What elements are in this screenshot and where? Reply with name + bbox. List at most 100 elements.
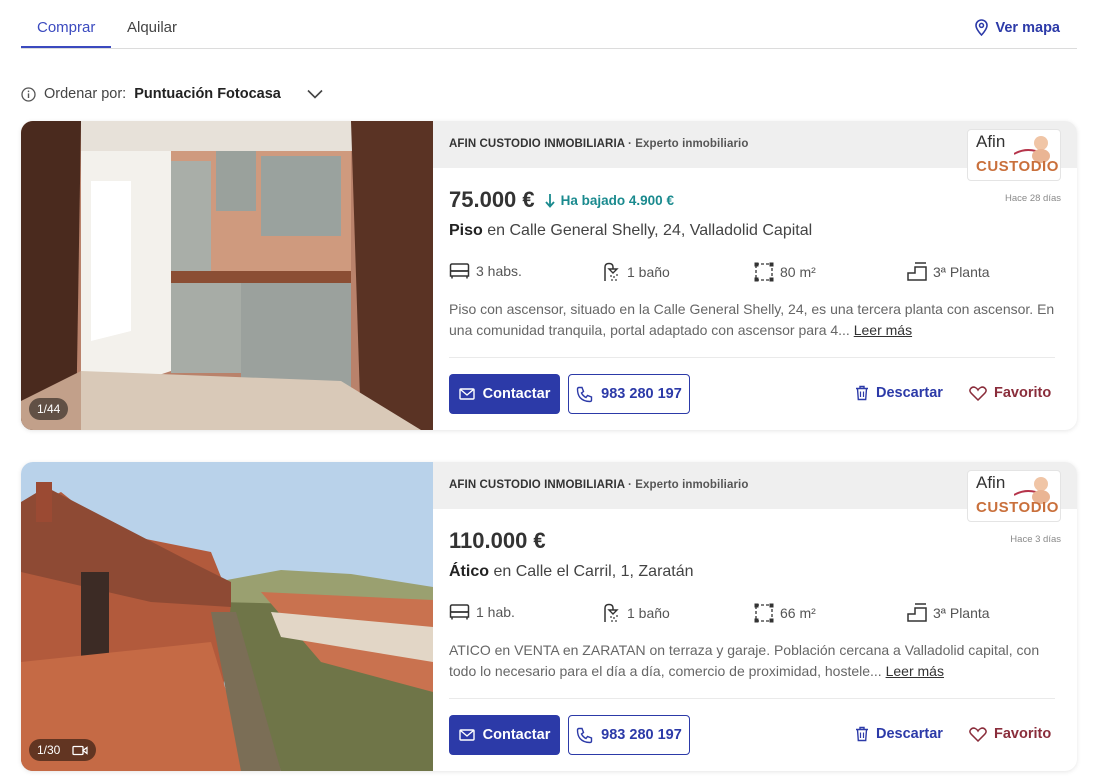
phone-button[interactable]: 983 280 197	[568, 715, 690, 755]
logo-text-top: Afin	[976, 132, 1006, 151]
description-text: ATICO en VENTA en ZARATAN on terraza y g…	[449, 642, 1040, 679]
listing-photo[interactable]: 1/30	[21, 462, 433, 771]
feature-rooms: 1 hab.	[449, 603, 515, 620]
rooms-text: 1 hab.	[476, 603, 515, 620]
location-pin-icon	[974, 19, 988, 36]
contact-button[interactable]: Contactar	[449, 374, 560, 414]
tab-comprar[interactable]: Comprar	[37, 19, 95, 36]
area-icon	[754, 262, 774, 282]
phone-icon	[576, 727, 593, 743]
divider	[449, 357, 1055, 358]
listing-info: AFIN CUSTODIO INMOBILIARIA · Experto inm…	[433, 121, 1077, 430]
favorite-button[interactable]: Favorito	[969, 726, 1051, 742]
discard-label: Descartar	[876, 385, 943, 401]
favorite-button[interactable]: Favorito	[969, 385, 1051, 401]
shower-icon	[604, 262, 619, 281]
agency-name-text: AFIN CUSTODIO INMOBILIARIA	[449, 138, 625, 150]
listing-title[interactable]: Ático en Calle el Carril, 1, Zaratán	[449, 563, 694, 581]
photo-counter-text: 1/44	[37, 402, 61, 416]
area-icon	[754, 603, 774, 623]
contact-label: Contactar	[482, 386, 551, 402]
photo-counter-text: 1/30	[37, 743, 61, 757]
property-type: Piso	[449, 222, 483, 239]
shower-icon	[604, 603, 619, 622]
trash-icon	[856, 726, 868, 742]
feature-rooms: 3 habs.	[449, 262, 522, 279]
property-address: en Calle el Carril, 1, Zaratán	[493, 563, 694, 580]
floor-icon	[907, 603, 927, 622]
feature-floor: 3ª Planta	[907, 262, 990, 281]
listing-title[interactable]: Piso en Calle General Shelly, 24, Vallad…	[449, 222, 812, 240]
favorite-label: Favorito	[994, 385, 1052, 401]
listing-card[interactable]: 1/30 AFIN CUSTODIO INMOBILIARIA · Expert…	[21, 462, 1077, 771]
discard-button[interactable]: Descartar	[855, 385, 943, 401]
feature-list: 3 habs. 1 baño 80 m² 3ª Planta	[449, 262, 1049, 282]
discard-button[interactable]: Descartar	[855, 726, 943, 742]
trash-icon	[856, 385, 868, 401]
property-type: Ático	[449, 563, 489, 580]
floor-text: 3ª Planta	[933, 604, 990, 621]
feature-area: 66 m²	[754, 603, 816, 623]
sort-dropdown[interactable]	[307, 89, 323, 99]
baths-text: 1 baño	[627, 264, 670, 280]
price-drop-badge: Ha bajado 4.900 €	[544, 193, 674, 208]
floor-text: 3ª Planta	[933, 263, 990, 280]
sort-value[interactable]: Puntuación Fotocasa	[134, 86, 281, 102]
sort-label: Ordenar por:	[44, 86, 127, 102]
feature-baths: 1 baño	[602, 262, 670, 282]
operation-tabs: Comprar Alquilar Ver mapa	[21, 0, 1077, 49]
read-more-link[interactable]: Leer más	[854, 322, 912, 338]
terrace-photo	[21, 462, 433, 771]
price-row: 75.000 € Ha bajado 4.900 €	[449, 187, 674, 213]
ver-mapa-link[interactable]: Ver mapa	[974, 19, 1061, 36]
listing-card[interactable]: 1/44 AFIN CUSTODIO INMOBILIARIA · Expert…	[21, 121, 1077, 430]
baths-text: 1 baño	[627, 605, 670, 621]
agency-logo[interactable]: Afin CUSTODIO	[967, 470, 1061, 522]
description-text: Piso con ascensor, situado en la Calle G…	[449, 301, 1055, 338]
chevron-down-icon	[307, 89, 323, 99]
feature-area: 80 m²	[754, 262, 816, 282]
kitchen-photo	[21, 121, 433, 430]
mail-icon	[458, 388, 475, 400]
agency-name: AFIN CUSTODIO INMOBILIARIA · Experto inm…	[449, 138, 748, 150]
info-icon	[21, 86, 36, 102]
ver-mapa-label: Ver mapa	[995, 19, 1061, 36]
agency-tag: · Experto inmobiliario	[628, 138, 749, 150]
favorite-label: Favorito	[994, 726, 1052, 742]
photo-counter: 1/30	[29, 739, 97, 761]
feature-floor: 3ª Planta	[907, 603, 990, 622]
floor-icon	[907, 262, 927, 281]
video-icon	[72, 745, 88, 755]
phone-icon	[576, 386, 593, 402]
area-text: 66 m²	[780, 605, 816, 621]
tab-alquilar[interactable]: Alquilar	[127, 19, 177, 36]
sort-bar: Ordenar por: Puntuación Fotocasa	[21, 84, 323, 104]
listing-photo[interactable]: 1/44	[21, 121, 433, 430]
listing-age: Hace 3 días	[1010, 534, 1061, 545]
discard-label: Descartar	[876, 726, 943, 742]
contact-button[interactable]: Contactar	[449, 715, 560, 755]
read-more-link[interactable]: Leer más	[886, 663, 944, 679]
phone-number: 983 280 197	[601, 386, 682, 402]
heart-icon	[969, 726, 987, 742]
agency-name: AFIN CUSTODIO INMOBILIARIA · Experto inm…	[449, 479, 748, 491]
area-text: 80 m²	[780, 264, 816, 280]
phone-button[interactable]: 983 280 197	[568, 374, 690, 414]
listing-description: Piso con ascensor, situado en la Calle G…	[449, 299, 1059, 341]
logo-text-top: Afin	[976, 473, 1006, 492]
rooms-text: 3 habs.	[476, 262, 522, 279]
logo-text-bottom: CUSTODIO	[976, 158, 1059, 175]
feature-list: 1 hab. 1 baño 66 m² 3ª Planta	[449, 603, 1049, 623]
agency-logo[interactable]: Afin CUSTODIO	[967, 129, 1061, 181]
bed-icon	[449, 263, 470, 279]
agency-name-text: AFIN CUSTODIO INMOBILIARIA	[449, 479, 625, 491]
photo-counter: 1/44	[29, 398, 69, 420]
active-tab-indicator	[21, 46, 111, 48]
contact-label: Contactar	[482, 727, 551, 743]
divider	[449, 698, 1055, 699]
agency-tag: · Experto inmobiliario	[628, 479, 749, 491]
arrow-down-icon	[544, 193, 555, 208]
feature-baths: 1 baño	[602, 603, 670, 623]
phone-number: 983 280 197	[601, 727, 682, 743]
property-address: en Calle General Shelly, 24, Valladolid …	[487, 222, 813, 239]
